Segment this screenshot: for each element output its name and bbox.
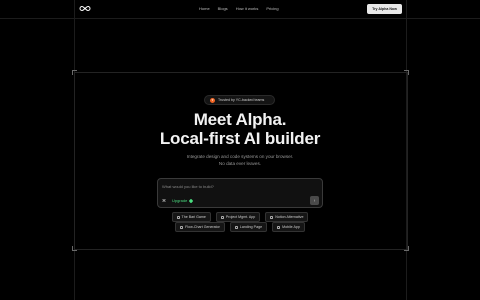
chip-notion-alternative[interactable]: Notion Alternative <box>265 212 309 222</box>
nav-links: Home Blogs How it works Pricing <box>199 6 279 11</box>
try-alpha-button[interactable]: Try Alpha Now <box>367 4 402 14</box>
chip-icon <box>277 225 281 229</box>
chip-icon <box>176 215 180 219</box>
prompt-box: ⌘ Upgrade ↑ <box>157 178 323 208</box>
chip-label: Project Mgmt. App <box>225 215 256 219</box>
hero-subtitle-line2: No data ever leaves. <box>218 161 262 166</box>
send-button[interactable]: ↑ <box>310 196 319 205</box>
chip-landing-page[interactable]: Landing Page <box>229 222 268 232</box>
chip-mobile-app[interactable]: Mobile App <box>272 222 305 232</box>
chip-label: Landing Page <box>239 225 263 229</box>
chip-label: Mobile App <box>282 225 300 229</box>
chip-label: Flow-Chart Generator <box>185 225 220 229</box>
upgrade-label: Upgrade <box>172 198 188 203</box>
prompt-input[interactable] <box>162 182 312 190</box>
yc-logo-icon: Y <box>210 97 215 103</box>
top-nav: Home Blogs How it works Pricing Try Alph… <box>0 0 480 18</box>
chip-icon <box>234 225 238 229</box>
nav-link-home[interactable]: Home <box>199 6 210 11</box>
corner-mark <box>72 246 77 251</box>
corner-mark <box>72 70 77 75</box>
diamond-icon <box>189 198 194 203</box>
chip-label: Notion Alternative <box>275 215 304 219</box>
nav-link-how-it-works[interactable]: How it works <box>236 6 259 11</box>
upgrade-button[interactable]: Upgrade <box>172 198 194 203</box>
chip-project-mgmt[interactable]: Project Mgmt. App <box>215 212 261 222</box>
suggestion-chips-row-2: Flow-Chart Generator Landing Page Mobile… <box>0 222 480 232</box>
hero-subtitle: Integrate design and code systems on you… <box>0 153 480 167</box>
chip-label: The Bari Game <box>181 215 206 219</box>
corner-mark <box>404 246 409 251</box>
hero-title-line1: Meet Alpha. <box>193 110 287 129</box>
chip-icon <box>220 215 224 219</box>
infinity-logo-icon[interactable] <box>79 5 91 12</box>
frame-line-top <box>0 18 480 19</box>
hero-subtitle-line1: Integrate design and code systems on you… <box>186 154 294 159</box>
command-icon[interactable]: ⌘ <box>162 198 166 203</box>
chip-icon <box>180 225 184 229</box>
hero-title-line2: Local-first AI builder <box>159 129 321 148</box>
trust-badge: Y Trusted by YC-backed teams <box>204 95 275 105</box>
badge-text: Trusted by YC-backed teams <box>218 98 265 102</box>
corner-mark <box>404 70 409 75</box>
suggestion-chips-row-1: The Bari Game Project Mgmt. App Notion A… <box>0 212 480 222</box>
chip-bari-game[interactable]: The Bari Game <box>171 212 211 222</box>
nav-link-blogs[interactable]: Blogs <box>218 6 228 11</box>
nav-link-pricing[interactable]: Pricing <box>266 6 278 11</box>
chip-flow-chart[interactable]: Flow-Chart Generator <box>175 222 225 232</box>
hero-title: Meet Alpha. Local-first AI builder <box>0 110 480 148</box>
chip-icon <box>270 215 274 219</box>
